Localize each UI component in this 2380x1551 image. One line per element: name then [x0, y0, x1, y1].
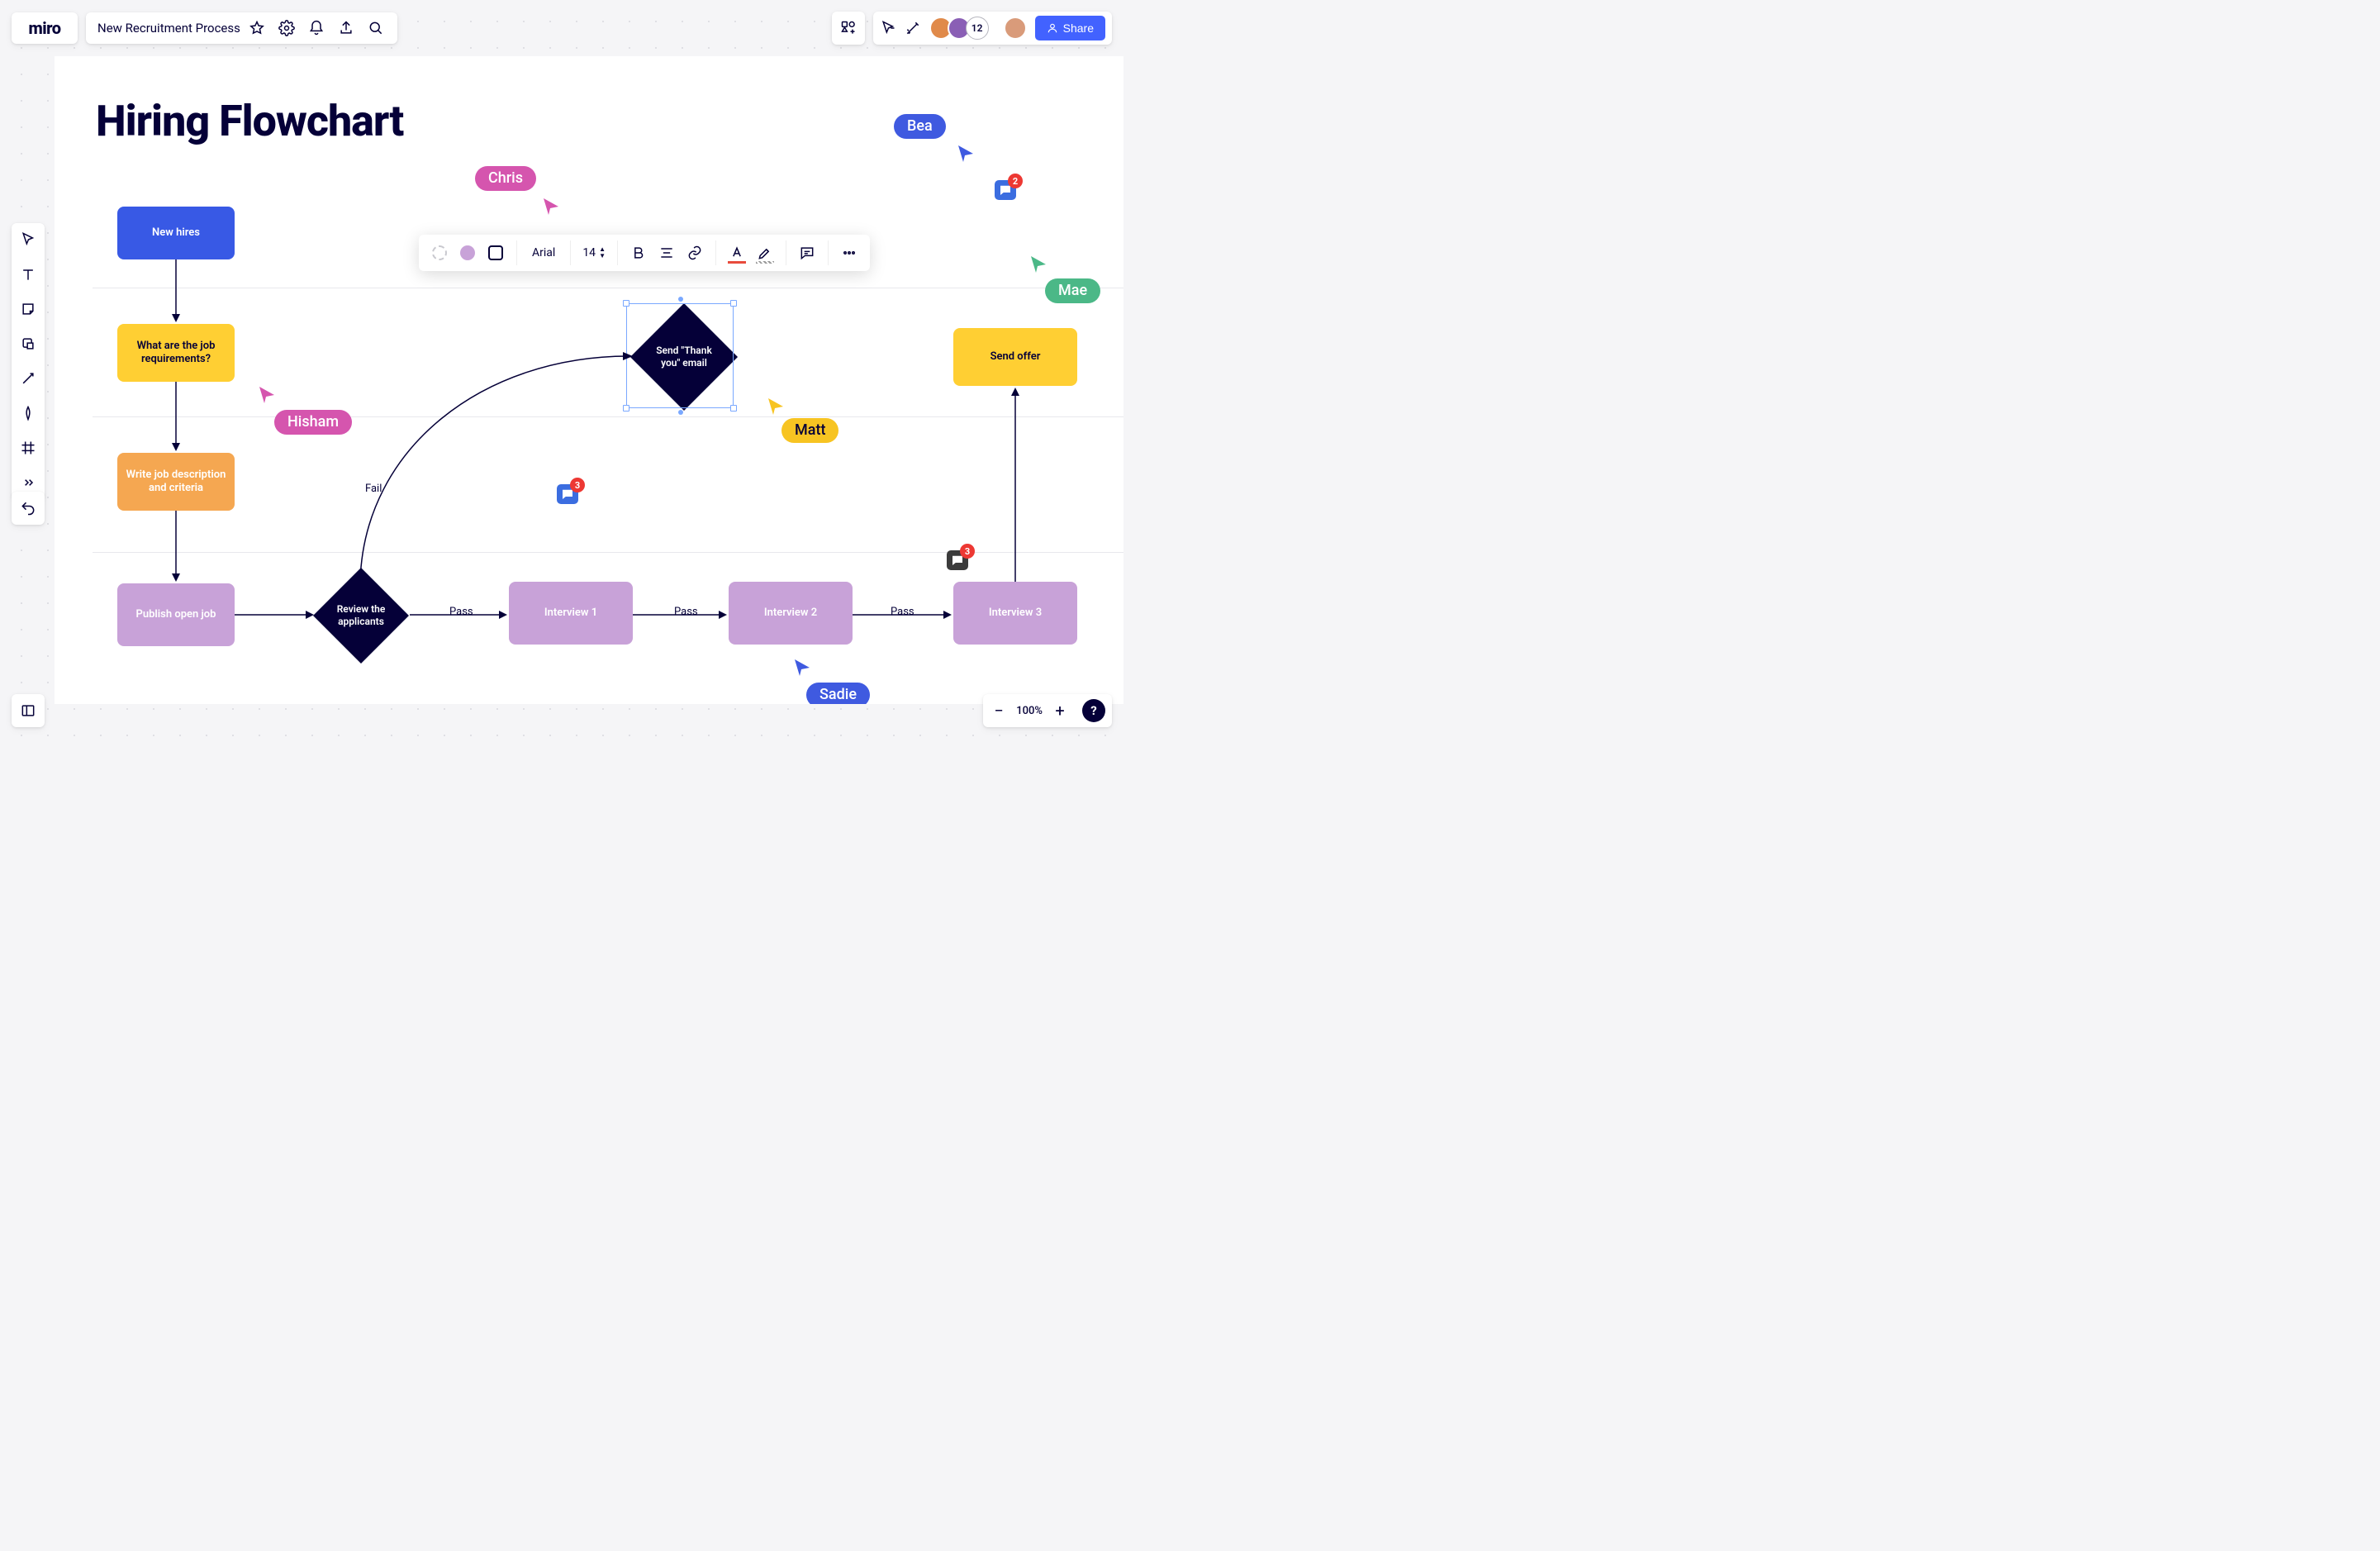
board-title[interactable]: New Recruitment Process	[97, 21, 240, 36]
help-button[interactable]: ?	[1082, 699, 1105, 722]
select-tool-icon[interactable]	[17, 228, 40, 251]
collaboration-panel: 12 Share	[873, 12, 1112, 45]
zoom-in-button[interactable]: +	[1051, 694, 1069, 727]
zoom-out-button[interactable]: −	[990, 694, 1008, 727]
cursor-label-bea: Bea	[894, 114, 946, 139]
frame-tool-icon[interactable]	[17, 436, 40, 459]
context-toolbar[interactable]: Arial 14 ▲▼	[419, 235, 870, 271]
cursor-icon	[767, 397, 785, 416]
frame-title[interactable]: Hiring Flowchart	[96, 96, 403, 146]
reactions-icon[interactable]	[905, 20, 921, 36]
cursor-icon	[1029, 255, 1047, 274]
node-interview-2[interactable]: Interview 2	[729, 582, 853, 645]
node-interview-3[interactable]: Interview 3	[953, 582, 1077, 645]
zoom-level[interactable]: 100%	[1016, 705, 1043, 717]
bell-icon[interactable]	[308, 20, 325, 36]
logo-text: miro	[28, 18, 60, 38]
edge-label-pass: Pass	[891, 606, 914, 618]
shape-button[interactable]	[483, 240, 508, 265]
node-requirements[interactable]: What are the job requirements?	[117, 324, 235, 382]
shapes-plus-icon	[840, 20, 857, 36]
font-select[interactable]: Arial	[525, 240, 562, 265]
comment-count: 2	[1008, 174, 1023, 188]
shape-tool-icon[interactable]	[17, 332, 40, 355]
collaborator-avatars[interactable]: 12	[929, 17, 989, 40]
left-toolbar	[12, 223, 45, 499]
cursor-label-chris: Chris	[475, 166, 536, 191]
share-button[interactable]: Share	[1035, 16, 1105, 40]
cursor-label-matt: Matt	[781, 418, 838, 443]
text-tool-icon[interactable]	[17, 263, 40, 286]
board-actions	[273, 20, 389, 36]
text-color-icon[interactable]	[724, 240, 749, 265]
edge-label-pass: Pass	[674, 606, 698, 618]
cursor-icon	[542, 197, 560, 216]
node-new-hires[interactable]: New hires	[117, 207, 235, 259]
comment-thread[interactable]: 3	[557, 484, 578, 504]
more-icon[interactable]	[837, 240, 862, 265]
line-tool-icon[interactable]	[17, 367, 40, 390]
bold-icon[interactable]	[626, 240, 651, 265]
cursor-icon	[258, 385, 276, 405]
align-icon[interactable]	[654, 240, 679, 265]
font-size-input[interactable]: 14 ▲▼	[579, 240, 609, 265]
node-publish[interactable]: Publish open job	[117, 583, 235, 646]
settings-icon[interactable]	[278, 20, 295, 36]
share-label: Share	[1063, 21, 1094, 35]
logo[interactable]: miro	[12, 12, 78, 44]
board-title-panel: New Recruitment Process	[86, 12, 397, 44]
node-interview-1[interactable]: Interview 1	[509, 582, 633, 645]
undo-icon	[20, 500, 36, 516]
comment-icon[interactable]	[795, 240, 819, 265]
cursor-label-mae: Mae	[1045, 278, 1100, 303]
comment-thread[interactable]: 3	[947, 550, 968, 570]
frame[interactable]: Hiring Flowchart New hires What are the …	[55, 56, 1123, 704]
cursor-label-hisham: Hisham	[274, 410, 352, 435]
node-write-jd[interactable]: Write job description and criteria	[117, 453, 235, 511]
node-review-applicants[interactable]: Review the applicants	[313, 568, 409, 664]
comment-thread[interactable]: 2	[995, 180, 1016, 200]
frames-panel-button[interactable]	[12, 694, 45, 727]
cursor-label-sadie: Sadie	[806, 683, 870, 704]
avatar-overflow[interactable]: 12	[966, 17, 989, 40]
star-icon[interactable]	[249, 20, 265, 36]
node-send-offer[interactable]: Send offer	[953, 328, 1077, 386]
lane-separator	[93, 416, 1123, 417]
pen-tool-icon[interactable]	[17, 402, 40, 425]
comment-count: 3	[960, 544, 975, 559]
highlight-icon[interactable]	[753, 240, 777, 265]
cursor-tool-icon[interactable]	[880, 20, 896, 36]
border-style-button[interactable]	[427, 240, 452, 265]
apps-button[interactable]	[832, 12, 865, 45]
link-icon[interactable]	[682, 240, 707, 265]
fill-color-button[interactable]	[455, 240, 480, 265]
sticky-note-tool-icon[interactable]	[17, 297, 40, 321]
top-bar: miro New Recruitment Process 12 Share	[12, 12, 1112, 45]
edge-label-pass: Pass	[449, 606, 473, 618]
selection-box[interactable]	[626, 303, 734, 408]
export-icon[interactable]	[338, 20, 354, 36]
current-user-avatar[interactable]	[1004, 17, 1027, 40]
undo-button[interactable]	[12, 492, 45, 525]
search-icon[interactable]	[368, 20, 384, 36]
comment-count: 3	[570, 478, 585, 492]
more-tools-icon[interactable]	[17, 471, 40, 494]
edge-label-fail: Fail	[365, 483, 382, 495]
panel-icon	[20, 702, 36, 719]
cursor-icon	[793, 658, 811, 678]
zoom-panel: − 100% + ?	[983, 694, 1112, 727]
cursor-icon	[957, 144, 975, 164]
